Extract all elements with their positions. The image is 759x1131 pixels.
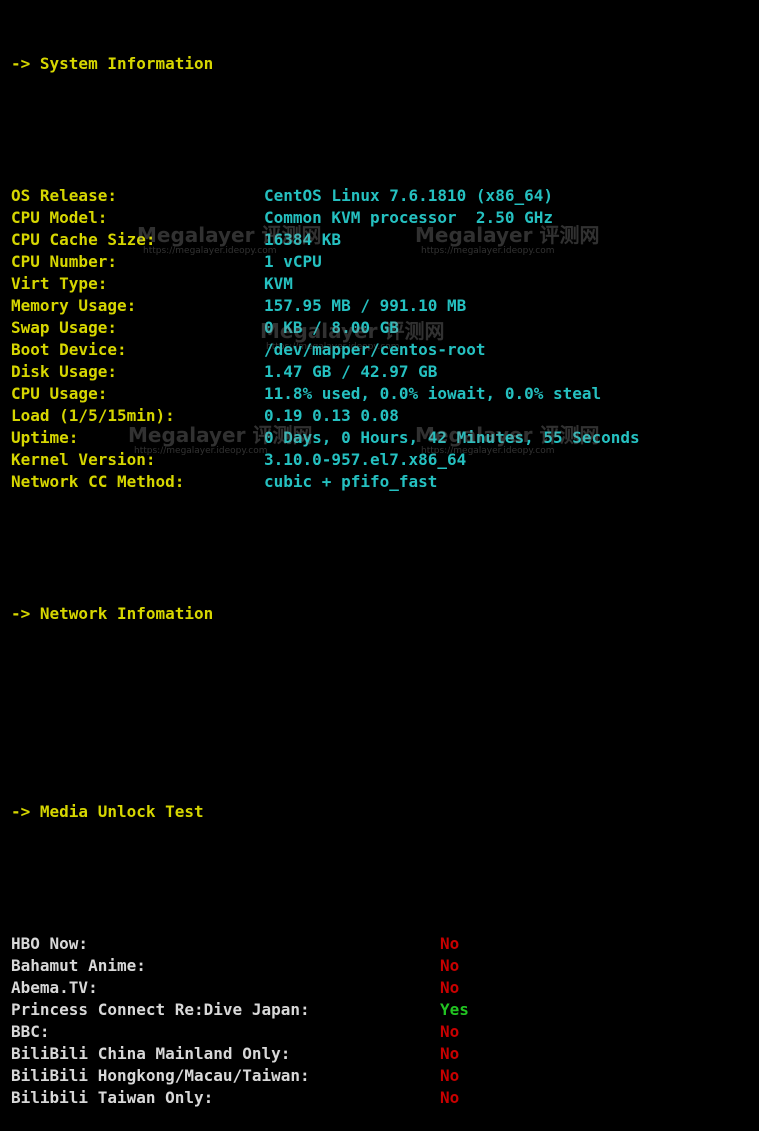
system-info-label: OS Release: [11, 186, 117, 205]
system-info-row: CPU Cache Size: 16384 KB [11, 229, 759, 251]
network-info-header: -> Network Infomation [11, 604, 214, 623]
media-unlock-row: BiliBili Hongkong/Macau/Taiwan: No [11, 1065, 759, 1087]
media-unlock-row: Bilibili Taiwan Only: No [11, 1087, 759, 1109]
media-unlock-row: Abema.TV: No [11, 977, 759, 999]
system-info-value: 1.47 GB / 42.97 GB [264, 362, 438, 381]
system-info-value: 16384 KB [264, 230, 342, 249]
media-service-label: HBO Now: [11, 934, 89, 953]
media-unlock-header: -> Media Unlock Test [11, 802, 204, 821]
system-info-row: Uptime: 0 Days, 0 Hours, 42 Minutes, 55 S… [11, 427, 759, 449]
media-unlock-row: BiliBili China Mainland Only: No [11, 1043, 759, 1065]
system-info-header: -> System Information [11, 54, 214, 73]
system-info-row: Memory Usage: 157.95 MB / 991.10 MB [11, 295, 759, 317]
system-info-list: OS Release: CentOS Linux 7.6.1810 (x86_64… [11, 185, 759, 493]
system-info-value: 3.10.0-957.el7.x86_64 [264, 450, 467, 469]
system-info-label: CPU Usage: [11, 384, 108, 403]
media-service-label: BiliBili Hongkong/Macau/Taiwan: [11, 1066, 310, 1085]
system-info-value: 1 vCPU [264, 252, 322, 271]
media-unlock-status: No [440, 956, 460, 975]
system-info-value: 0 Days, 0 Hours, 42 Minutes, 55 Seconds [264, 428, 640, 447]
system-info-label: Load (1/5/15min): [11, 406, 175, 425]
system-info-label: CPU Number: [11, 252, 117, 271]
system-info-label: Virt Type: [11, 274, 108, 293]
system-info-row: Kernel Version: 3.10.0-957.el7.x86_64 [11, 449, 759, 471]
system-info-label: Memory Usage: [11, 296, 137, 315]
media-unlock-list: HBO Now: No Bahamut Anime: No Abema.TV: No Pri… [11, 933, 759, 1109]
media-service-label: BiliBili China Mainland Only: [11, 1044, 291, 1063]
system-info-label: CPU Model: [11, 208, 108, 227]
system-info-value: 11.8% used, 0.0% iowait, 0.0% steal [264, 384, 602, 403]
system-info-label: CPU Cache Size: [11, 230, 156, 249]
media-unlock-status: No [440, 1088, 460, 1107]
media-unlock-status: No [440, 1066, 460, 1085]
media-unlock-row: Princess Connect Re:Dive Japan: Yes [11, 999, 759, 1021]
system-info-value: /dev/mapper/centos-root [264, 340, 486, 359]
system-info-row: OS Release: CentOS Linux 7.6.1810 (x86_64… [11, 185, 759, 207]
media-unlock-status: No [440, 934, 460, 953]
system-info-row: Swap Usage: 0 KB / 8.00 GB [11, 317, 759, 339]
media-service-label: Bahamut Anime: [11, 956, 146, 975]
system-info-row: CPU Number: 1 vCPU [11, 251, 759, 273]
media-unlock-row: Bahamut Anime: No [11, 955, 759, 977]
system-info-value: 0 KB / 8.00 GB [264, 318, 399, 337]
system-info-label: Disk Usage: [11, 362, 117, 381]
media-unlock-status: Yes [440, 1000, 469, 1019]
system-info-row: CPU Model: Common KVM processor 2.50 GHz [11, 207, 759, 229]
terminal-window[interactable]: -> System Information OS Release: CentOS … [0, 0, 759, 1107]
system-info-value: cubic + pfifo_fast [264, 472, 438, 491]
system-info-label: Swap Usage: [11, 318, 117, 337]
system-info-row: Disk Usage: 1.47 GB / 42.97 GB [11, 361, 759, 383]
system-info-value: CentOS Linux 7.6.1810 (x86_64) [264, 186, 553, 205]
system-info-value: 157.95 MB / 991.10 MB [264, 296, 467, 315]
system-info-label: Kernel Version: [11, 450, 156, 469]
media-unlock-status: No [440, 1022, 460, 1041]
system-info-label: Network CC Method: [11, 472, 185, 491]
media-unlock-status: No [440, 1044, 460, 1063]
system-info-row: Boot Device: /dev/mapper/centos-root [11, 339, 759, 361]
media-service-label: Bilibili Taiwan Only: [11, 1088, 214, 1107]
media-service-label: Abema.TV: [11, 978, 98, 997]
media-unlock-status: No [440, 978, 460, 997]
system-info-value: Common KVM processor 2.50 GHz [264, 208, 553, 227]
media-service-label: BBC: [11, 1022, 50, 1041]
system-info-row: Network CC Method: cubic + pfifo_fast [11, 471, 759, 493]
system-info-row: CPU Usage: 11.8% used, 0.0% iowait, 0.0% … [11, 383, 759, 405]
system-info-value: KVM [264, 274, 293, 293]
media-unlock-row: HBO Now: No [11, 933, 759, 955]
system-info-value: 0.19 0.13 0.08 [264, 406, 399, 425]
media-unlock-row: BBC: No [11, 1021, 759, 1043]
system-info-label: Uptime: [11, 428, 79, 447]
system-info-row: Load (1/5/15min): 0.19 0.13 0.08 [11, 405, 759, 427]
media-service-label: Princess Connect Re:Dive Japan: [11, 1000, 310, 1019]
system-info-row: Virt Type: KVM [11, 273, 759, 295]
system-info-label: Boot Device: [11, 340, 127, 359]
